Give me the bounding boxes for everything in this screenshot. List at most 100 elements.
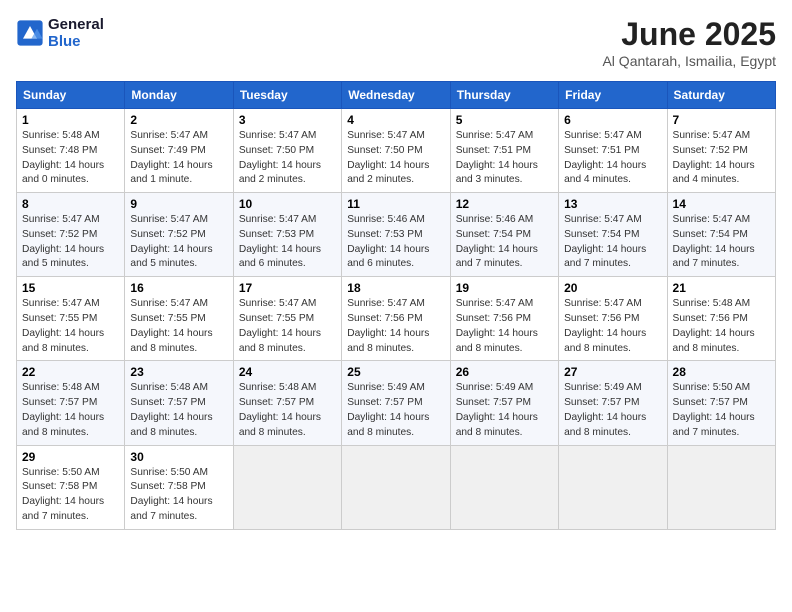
day-info: Sunrise: 5:48 AMSunset: 7:57 PMDaylight:… <box>130 381 227 440</box>
day-cell: 19 Sunrise: 5:47 AMSunset: 7:56 PMDaylig… <box>450 277 558 361</box>
day-info: Sunrise: 5:48 AMSunset: 7:57 PMDaylight:… <box>22 381 119 440</box>
day-number: 26 <box>456 365 553 379</box>
day-cell: 10 Sunrise: 5:47 AMSunset: 7:53 PMDaylig… <box>233 193 341 277</box>
empty-cell <box>233 445 341 529</box>
day-number: 30 <box>130 450 227 464</box>
calendar-row: 29 Sunrise: 5:50 AMSunset: 7:58 PMDaylig… <box>17 445 776 529</box>
day-number: 16 <box>130 281 227 295</box>
logo: General Blue <box>16 16 104 50</box>
day-info: Sunrise: 5:47 AMSunset: 7:55 PMDaylight:… <box>130 297 227 356</box>
day-cell: 17 Sunrise: 5:47 AMSunset: 7:55 PMDaylig… <box>233 277 341 361</box>
day-info: Sunrise: 5:50 AMSunset: 7:58 PMDaylight:… <box>130 466 227 525</box>
calendar-row: 1 Sunrise: 5:48 AMSunset: 7:48 PMDayligh… <box>17 109 776 193</box>
day-info: Sunrise: 5:47 AMSunset: 7:51 PMDaylight:… <box>456 129 553 188</box>
day-number: 2 <box>130 113 227 127</box>
day-number: 3 <box>239 113 336 127</box>
day-cell: 11 Sunrise: 5:46 AMSunset: 7:53 PMDaylig… <box>342 193 450 277</box>
day-number: 9 <box>130 197 227 211</box>
day-cell: 25 Sunrise: 5:49 AMSunset: 7:57 PMDaylig… <box>342 361 450 445</box>
empty-cell <box>450 445 558 529</box>
calendar-header-row: Sunday Monday Tuesday Wednesday Thursday… <box>17 82 776 109</box>
day-number: 5 <box>456 113 553 127</box>
day-number: 27 <box>564 365 661 379</box>
day-number: 29 <box>22 450 119 464</box>
day-info: Sunrise: 5:47 AMSunset: 7:49 PMDaylight:… <box>130 129 227 188</box>
day-cell: 26 Sunrise: 5:49 AMSunset: 7:57 PMDaylig… <box>450 361 558 445</box>
day-cell: 6 Sunrise: 5:47 AMSunset: 7:51 PMDayligh… <box>559 109 667 193</box>
day-number: 4 <box>347 113 444 127</box>
day-cell: 21 Sunrise: 5:48 AMSunset: 7:56 PMDaylig… <box>667 277 775 361</box>
day-info: Sunrise: 5:50 AMSunset: 7:58 PMDaylight:… <box>22 466 119 525</box>
day-info: Sunrise: 5:47 AMSunset: 7:54 PMDaylight:… <box>673 213 770 272</box>
day-cell: 24 Sunrise: 5:48 AMSunset: 7:57 PMDaylig… <box>233 361 341 445</box>
day-info: Sunrise: 5:47 AMSunset: 7:50 PMDaylight:… <box>239 129 336 188</box>
day-number: 13 <box>564 197 661 211</box>
calendar-table: Sunday Monday Tuesday Wednesday Thursday… <box>16 81 776 530</box>
col-wednesday: Wednesday <box>342 82 450 109</box>
day-number: 10 <box>239 197 336 211</box>
day-cell: 29 Sunrise: 5:50 AMSunset: 7:58 PMDaylig… <box>17 445 125 529</box>
day-number: 25 <box>347 365 444 379</box>
day-number: 24 <box>239 365 336 379</box>
day-cell: 2 Sunrise: 5:47 AMSunset: 7:49 PMDayligh… <box>125 109 233 193</box>
day-number: 1 <box>22 113 119 127</box>
day-info: Sunrise: 5:49 AMSunset: 7:57 PMDaylight:… <box>347 381 444 440</box>
day-info: Sunrise: 5:47 AMSunset: 7:55 PMDaylight:… <box>239 297 336 356</box>
day-info: Sunrise: 5:50 AMSunset: 7:57 PMDaylight:… <box>673 381 770 440</box>
day-cell: 5 Sunrise: 5:47 AMSunset: 7:51 PMDayligh… <box>450 109 558 193</box>
day-cell: 12 Sunrise: 5:46 AMSunset: 7:54 PMDaylig… <box>450 193 558 277</box>
day-number: 6 <box>564 113 661 127</box>
day-info: Sunrise: 5:47 AMSunset: 7:50 PMDaylight:… <box>347 129 444 188</box>
day-info: Sunrise: 5:49 AMSunset: 7:57 PMDaylight:… <box>456 381 553 440</box>
logo-icon <box>16 19 44 47</box>
day-number: 28 <box>673 365 770 379</box>
day-info: Sunrise: 5:48 AMSunset: 7:57 PMDaylight:… <box>239 381 336 440</box>
day-info: Sunrise: 5:47 AMSunset: 7:52 PMDaylight:… <box>22 213 119 272</box>
page-header: General Blue June 2025 Al Qantarah, Isma… <box>16 16 776 69</box>
day-number: 8 <box>22 197 119 211</box>
day-info: Sunrise: 5:47 AMSunset: 7:56 PMDaylight:… <box>564 297 661 356</box>
day-cell: 1 Sunrise: 5:48 AMSunset: 7:48 PMDayligh… <box>17 109 125 193</box>
calendar-row: 8 Sunrise: 5:47 AMSunset: 7:52 PMDayligh… <box>17 193 776 277</box>
day-number: 12 <box>456 197 553 211</box>
day-info: Sunrise: 5:47 AMSunset: 7:55 PMDaylight:… <box>22 297 119 356</box>
day-info: Sunrise: 5:46 AMSunset: 7:53 PMDaylight:… <box>347 213 444 272</box>
empty-cell <box>667 445 775 529</box>
day-cell: 28 Sunrise: 5:50 AMSunset: 7:57 PMDaylig… <box>667 361 775 445</box>
day-cell: 13 Sunrise: 5:47 AMSunset: 7:54 PMDaylig… <box>559 193 667 277</box>
day-number: 18 <box>347 281 444 295</box>
day-info: Sunrise: 5:48 AMSunset: 7:56 PMDaylight:… <box>673 297 770 356</box>
day-cell: 4 Sunrise: 5:47 AMSunset: 7:50 PMDayligh… <box>342 109 450 193</box>
day-info: Sunrise: 5:46 AMSunset: 7:54 PMDaylight:… <box>456 213 553 272</box>
day-number: 14 <box>673 197 770 211</box>
day-number: 22 <box>22 365 119 379</box>
day-cell: 27 Sunrise: 5:49 AMSunset: 7:57 PMDaylig… <box>559 361 667 445</box>
day-cell: 22 Sunrise: 5:48 AMSunset: 7:57 PMDaylig… <box>17 361 125 445</box>
month-year: June 2025 <box>602 16 776 53</box>
day-number: 21 <box>673 281 770 295</box>
calendar-row: 15 Sunrise: 5:47 AMSunset: 7:55 PMDaylig… <box>17 277 776 361</box>
day-cell: 14 Sunrise: 5:47 AMSunset: 7:54 PMDaylig… <box>667 193 775 277</box>
day-cell: 23 Sunrise: 5:48 AMSunset: 7:57 PMDaylig… <box>125 361 233 445</box>
day-info: Sunrise: 5:47 AMSunset: 7:56 PMDaylight:… <box>347 297 444 356</box>
day-info: Sunrise: 5:47 AMSunset: 7:52 PMDaylight:… <box>130 213 227 272</box>
day-number: 23 <box>130 365 227 379</box>
day-number: 7 <box>673 113 770 127</box>
day-cell: 30 Sunrise: 5:50 AMSunset: 7:58 PMDaylig… <box>125 445 233 529</box>
day-cell: 20 Sunrise: 5:47 AMSunset: 7:56 PMDaylig… <box>559 277 667 361</box>
col-thursday: Thursday <box>450 82 558 109</box>
empty-cell <box>559 445 667 529</box>
day-info: Sunrise: 5:48 AMSunset: 7:48 PMDaylight:… <box>22 129 119 188</box>
day-info: Sunrise: 5:47 AMSunset: 7:52 PMDaylight:… <box>673 129 770 188</box>
day-number: 15 <box>22 281 119 295</box>
day-number: 17 <box>239 281 336 295</box>
day-info: Sunrise: 5:47 AMSunset: 7:51 PMDaylight:… <box>564 129 661 188</box>
day-number: 20 <box>564 281 661 295</box>
day-cell: 15 Sunrise: 5:47 AMSunset: 7:55 PMDaylig… <box>17 277 125 361</box>
day-info: Sunrise: 5:47 AMSunset: 7:56 PMDaylight:… <box>456 297 553 356</box>
day-info: Sunrise: 5:47 AMSunset: 7:53 PMDaylight:… <box>239 213 336 272</box>
calendar-row: 22 Sunrise: 5:48 AMSunset: 7:57 PMDaylig… <box>17 361 776 445</box>
day-cell: 18 Sunrise: 5:47 AMSunset: 7:56 PMDaylig… <box>342 277 450 361</box>
day-number: 19 <box>456 281 553 295</box>
day-number: 11 <box>347 197 444 211</box>
